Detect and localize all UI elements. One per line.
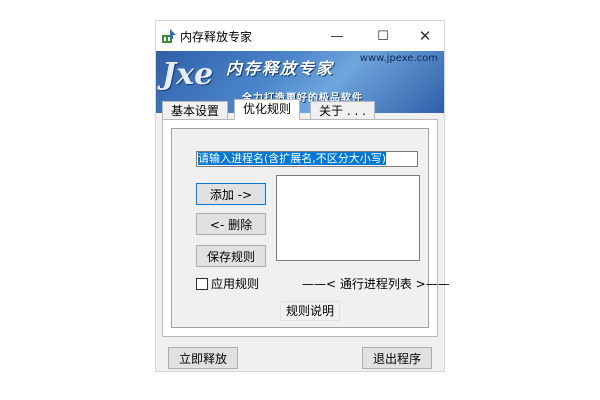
app-icon [162, 29, 176, 43]
apply-rules-label: 应用规则 [211, 277, 260, 291]
minimize-button[interactable]: — [314, 21, 360, 51]
rules-explain-button[interactable]: 规则说明 [280, 301, 341, 321]
process-list-label: ——< 通行进程列表 >—— [302, 277, 450, 291]
exit-program-button[interactable]: 退出程序 [362, 347, 432, 369]
delete-button[interactable]: <- 删除 [196, 213, 266, 235]
banner-url: www.jpexe.com [359, 53, 438, 64]
process-name-input[interactable]: 请输入进程名(含扩展名,不区分大小写) [196, 151, 418, 167]
checkbox-box[interactable] [196, 277, 208, 290]
window-title: 内存释放专家 [180, 30, 253, 44]
apply-rules-checkbox[interactable]: 应用规则 [196, 275, 259, 292]
banner-title: 内存释放专家 [226, 59, 335, 78]
add-button[interactable]: 添加 -> [196, 183, 266, 205]
release-now-button[interactable]: 立即释放 [168, 347, 238, 369]
save-rules-button[interactable]: 保存规则 [196, 245, 266, 267]
process-listbox[interactable] [276, 175, 420, 261]
maximize-button[interactable]: ☐ [360, 21, 406, 51]
app-window: 内存释放专家 — ☐ ✕ Jxe 内存释放专家 www.jpexe.com 全力… [155, 20, 450, 372]
tab-about[interactable]: 关于 . . . [310, 101, 375, 119]
close-button[interactable]: ✕ [402, 21, 448, 51]
banner-logo: Jxe [162, 57, 214, 92]
rules-group: 请输入进程名(含扩展名,不区分大小写) 添加 -> <- 删除 保存规则 应用规… [171, 128, 450, 328]
tab-basic-settings[interactable]: 基本设置 [162, 101, 229, 119]
process-name-text: 请输入进程名(含扩展名,不区分大小写) [198, 152, 387, 165]
tab-optimize-rules[interactable]: 优化规则 [234, 99, 301, 120]
tab-panel: 请输入进程名(含扩展名,不区分大小写) 添加 -> <- 删除 保存规则 应用规… [162, 119, 450, 337]
title-bar[interactable]: 内存释放专家 — ☐ ✕ [156, 21, 444, 51]
